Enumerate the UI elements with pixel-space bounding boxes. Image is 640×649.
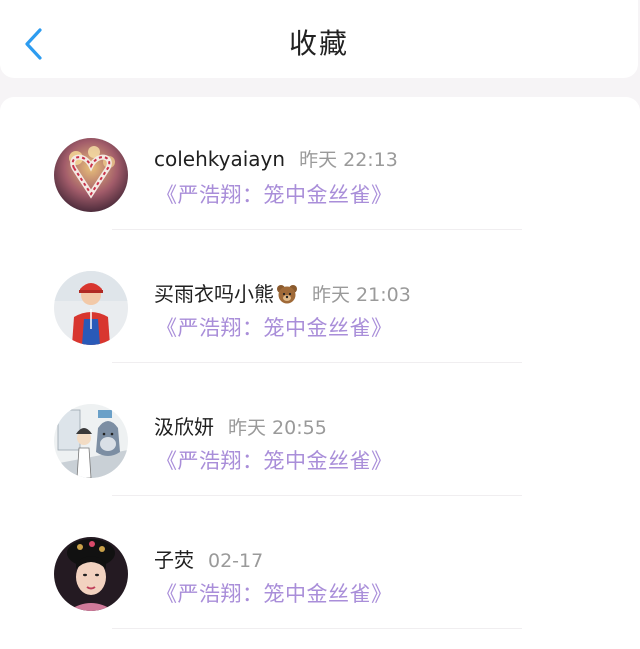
avatar[interactable] bbox=[54, 404, 128, 478]
name-row: 买雨衣吗小熊 昨天 21:03 bbox=[154, 278, 411, 307]
page-title: 收藏 bbox=[288, 27, 349, 60]
favorite-title-link[interactable]: 《严浩翔：笼中金丝雀》 bbox=[156, 578, 393, 608]
favorite-title-link[interactable]: 《严浩翔：笼中金丝雀》 bbox=[156, 445, 393, 475]
divider bbox=[112, 628, 522, 629]
username[interactable]: 子荧 bbox=[154, 548, 194, 572]
username[interactable]: 买雨衣吗小熊 bbox=[154, 282, 298, 306]
username[interactable]: 汲欣妍 bbox=[154, 415, 214, 439]
avatar[interactable] bbox=[54, 271, 128, 345]
top-bar: 收藏 bbox=[0, 0, 638, 78]
list-item[interactable]: 买雨衣吗小熊 昨天 21:03 《严浩翔：笼中金丝雀》 bbox=[0, 230, 640, 363]
bear-emoji-icon bbox=[277, 285, 297, 304]
timestamp: 昨天 21:03 bbox=[312, 284, 411, 306]
username[interactable]: colehkyaiayn bbox=[154, 147, 285, 171]
name-row: 子荧 02-17 bbox=[154, 544, 263, 573]
favorite-title-link[interactable]: 《严浩翔：笼中金丝雀》 bbox=[156, 179, 393, 209]
name-row: 汲欣妍 昨天 20:55 bbox=[154, 411, 327, 440]
timestamp: 昨天 20:55 bbox=[228, 417, 327, 439]
timestamp: 02-17 bbox=[208, 550, 264, 572]
favorites-list: colehkyaiayn 昨天 22:13 《严浩翔：笼中金丝雀》 买雨衣吗小熊 bbox=[0, 97, 640, 649]
list-item[interactable]: colehkyaiayn 昨天 22:13 《严浩翔：笼中金丝雀》 bbox=[0, 97, 640, 230]
list-item[interactable]: 子荧 02-17 《严浩翔：笼中金丝雀》 bbox=[0, 496, 640, 629]
list-item[interactable]: 汲欣妍 昨天 20:55 《严浩翔：笼中金丝雀》 bbox=[0, 363, 640, 496]
avatar[interactable] bbox=[54, 138, 128, 212]
timestamp: 昨天 22:13 bbox=[299, 149, 398, 171]
favorite-title-link[interactable]: 《严浩翔：笼中金丝雀》 bbox=[156, 312, 393, 342]
name-row: colehkyaiayn 昨天 22:13 bbox=[154, 145, 398, 172]
avatar[interactable] bbox=[54, 537, 128, 611]
